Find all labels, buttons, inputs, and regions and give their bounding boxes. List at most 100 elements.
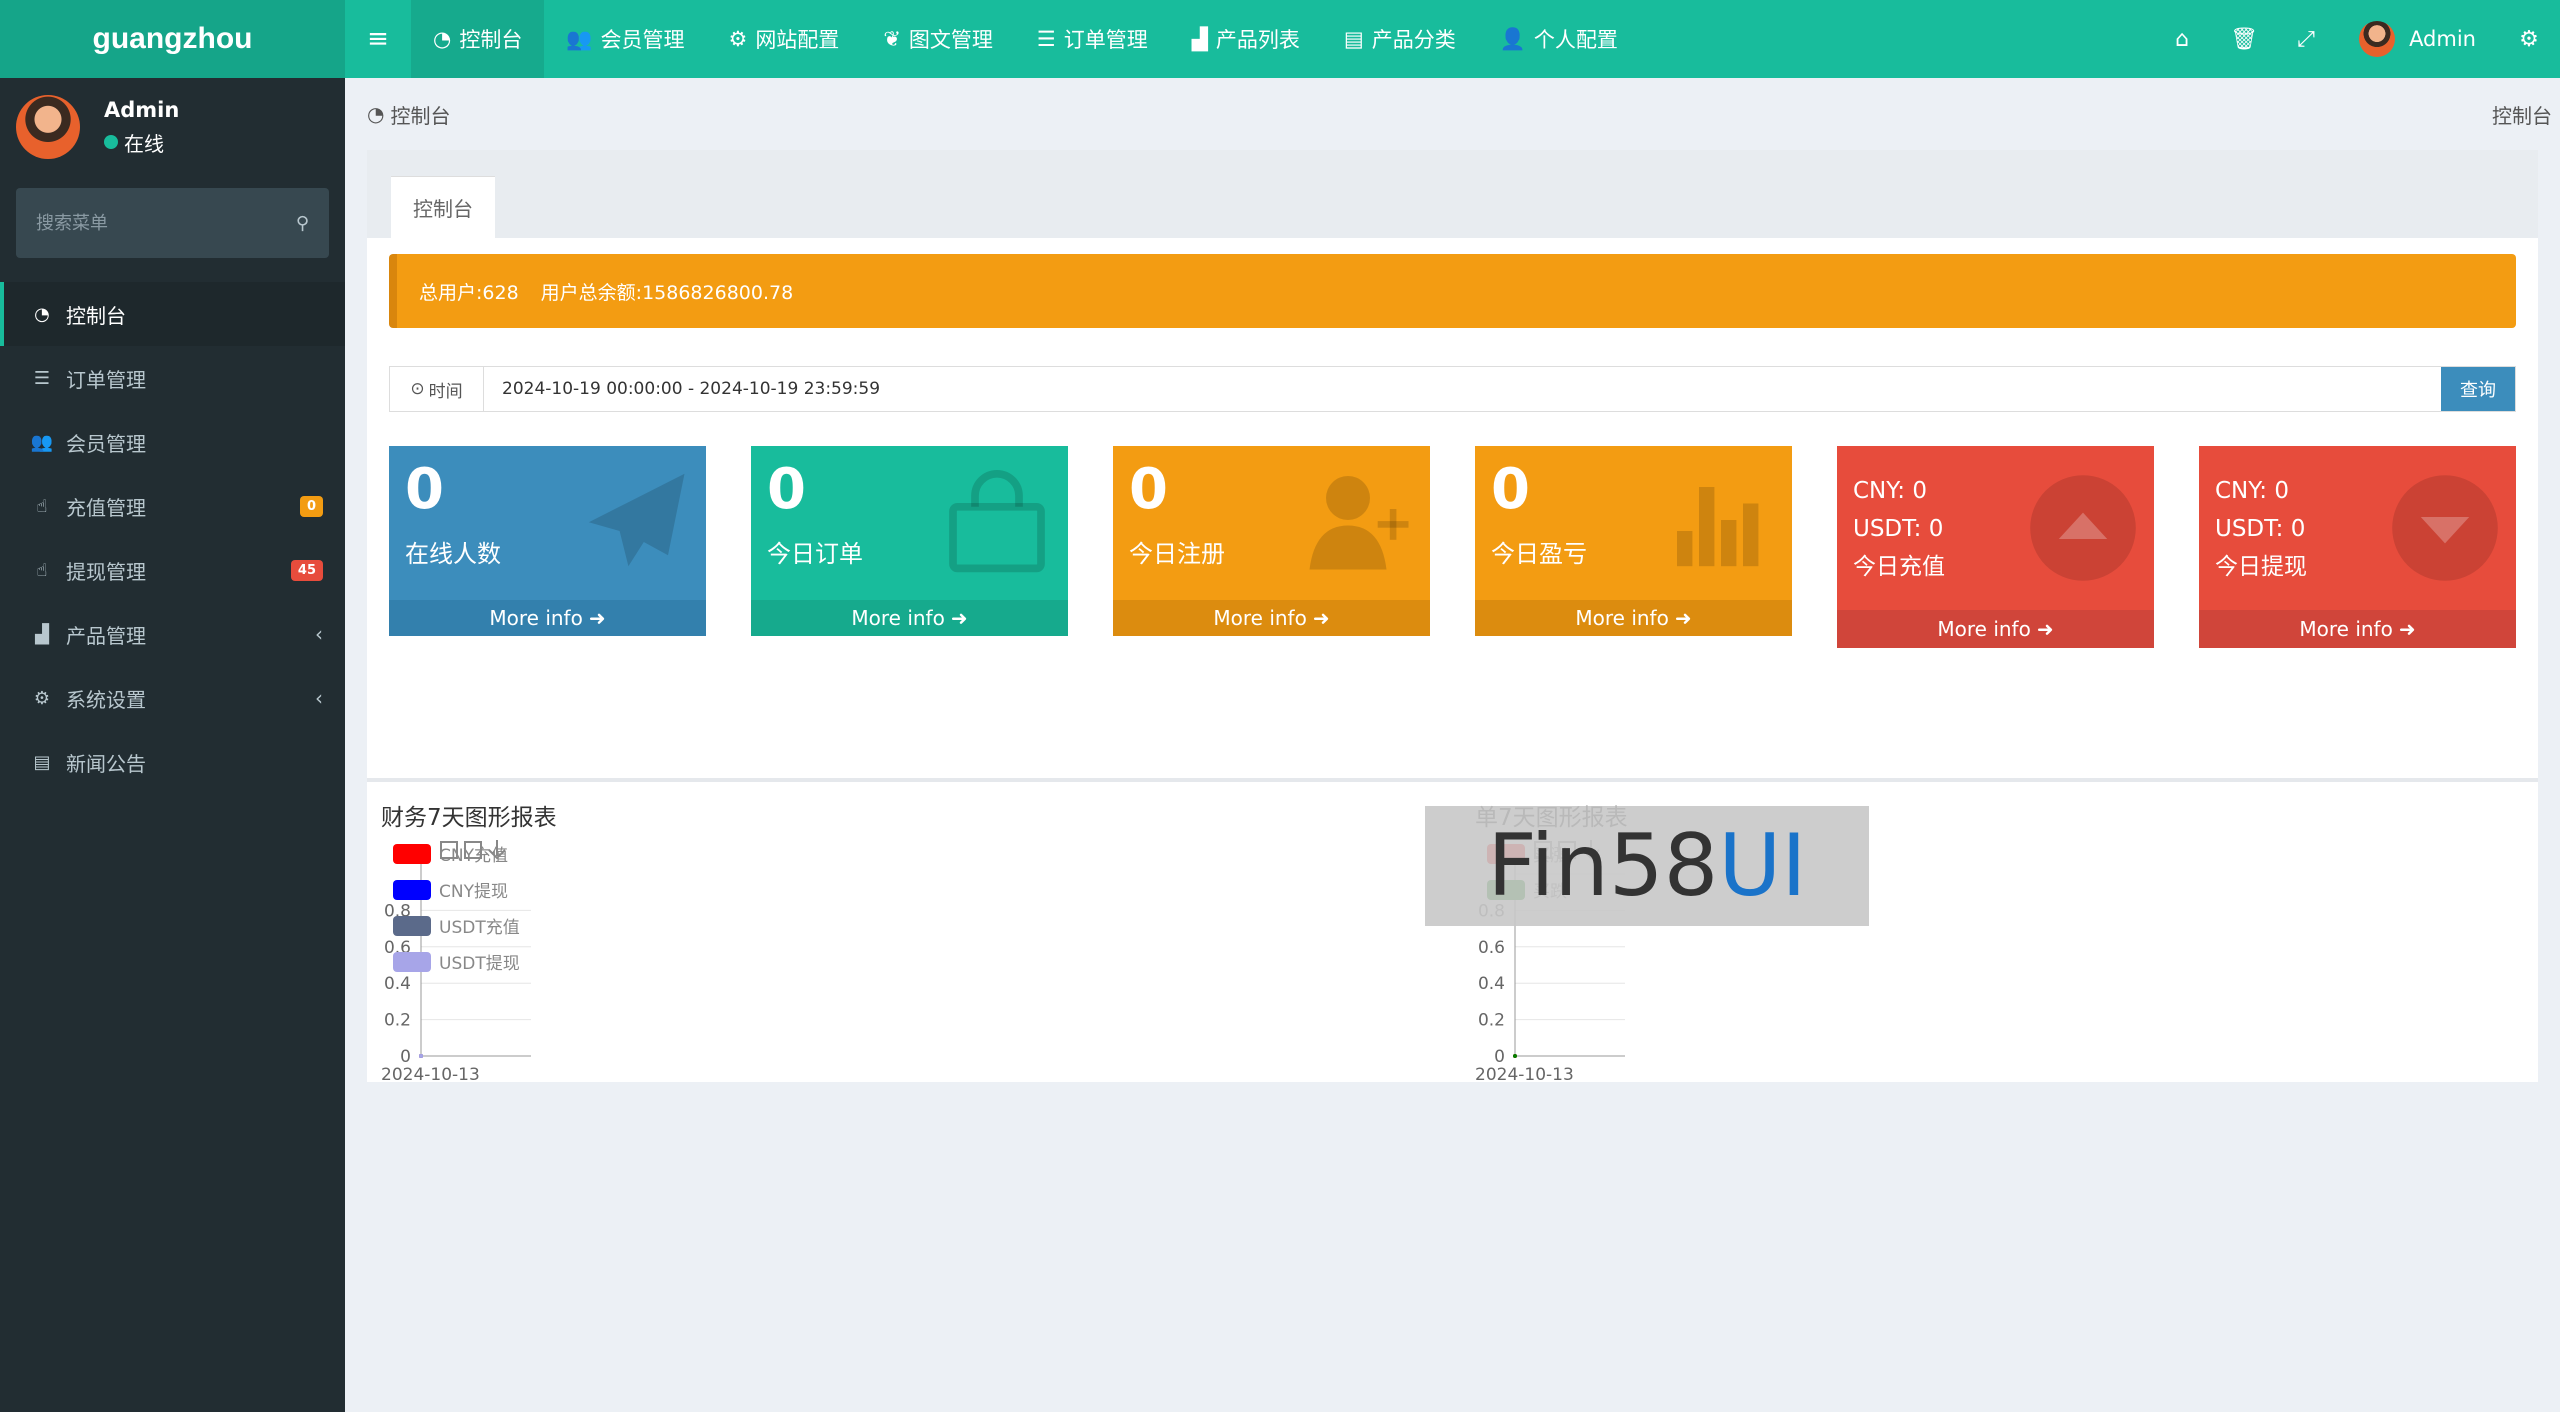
chevron-left-icon: ‹	[315, 686, 323, 710]
y-tick-label: 0.2	[1478, 1011, 1505, 1031]
sidebar-item-label: 会员管理	[66, 431, 146, 456]
leaf-icon: ❦	[883, 27, 901, 51]
sidebar-item-label: 控制台	[66, 303, 126, 328]
topnav-members[interactable]: 👥 会员管理	[544, 0, 706, 78]
arrow-circle-right-icon: ➜	[2036, 617, 2054, 641]
more-info-label: More info	[1575, 606, 1669, 630]
home-icon[interactable]: ⌂	[2151, 0, 2213, 78]
arrow-circle-right-icon: ➜	[588, 606, 606, 630]
gears-icon[interactable]: ⚙	[2498, 0, 2560, 78]
summary-alert: 总用户:628 用户总余额:1586826800.78	[389, 254, 2516, 328]
x-tick-label: 2024-10-13	[381, 1065, 480, 1085]
newspaper-icon: ▤	[33, 751, 51, 773]
trash-icon[interactable]: 🗑	[2213, 0, 2275, 78]
topnav-profile[interactable]: 👤 个人配置	[1478, 0, 1640, 78]
user-panel: Admin 在线	[0, 78, 345, 176]
tab-dashboard[interactable]: 控制台	[391, 176, 495, 238]
more-info-label: More info	[2299, 617, 2393, 641]
divider	[367, 778, 2538, 782]
sidebar-item-orders[interactable]: ☰ 订单管理	[0, 346, 345, 410]
panel-tabs: 控制台	[367, 150, 2538, 238]
shopping-bag-icon: ▟	[1191, 27, 1208, 51]
topnav-label: 订单管理	[1063, 28, 1148, 52]
sidebar-item-products[interactable]: ▟ 产品管理 ‹	[0, 602, 345, 666]
search-input[interactable]	[36, 212, 286, 234]
stat-box-recharge: CNY: 0 USDT: 0 今日充值 More info ➜	[1837, 446, 2154, 648]
topnav-label: 个人配置	[1533, 28, 1618, 52]
top-nav: ◔ 控制台 👥 会员管理 ⚙ 网站配置 ❦ 图文管理 ☰ 订单管理 ▟ 产品列表 ▤ 产品分类…	[411, 0, 1640, 78]
more-info-label: More info	[1213, 606, 1307, 630]
top-header: guangzhou ≡ ◔ 控制台 👥 会员管理 ⚙ 网站配置 ❦ 图文管理 ☰ 订单管理…	[0, 0, 2560, 78]
more-info-link[interactable]: More info ➜	[1113, 600, 1430, 636]
sidebar-item-label: 新闻公告	[66, 751, 146, 776]
arrow-circle-right-icon: ➜	[1674, 606, 1692, 630]
clock-icon: ⊙	[410, 379, 425, 399]
chevron-left-icon: ‹	[315, 622, 323, 646]
more-info-link[interactable]: More info ➜	[389, 600, 706, 636]
stat-boxes: 0 在线人数 More info➜ 0 今日订单 More info➜ 0	[389, 446, 2516, 648]
topnav-orders[interactable]: ☰ 订单管理	[1015, 0, 1170, 78]
hand-icon: ☝	[36, 559, 48, 581]
legend-label: CNY提现	[439, 882, 508, 902]
sidebar-toggle-icon[interactable]: ≡	[345, 0, 411, 78]
paper-plane-icon	[588, 473, 685, 567]
search-icon[interactable]: ⚲	[296, 213, 309, 234]
status-badge: 0	[299, 495, 323, 517]
y-tick-label: 0	[400, 1047, 411, 1067]
breadcrumb-right[interactable]: 控制台	[2492, 100, 2552, 129]
y-tick-label: 0.6	[1478, 938, 1505, 958]
total-balance: 用户总余额:1586826800.78	[540, 281, 794, 304]
arrow-circle-right-icon: ➜	[2398, 617, 2416, 641]
more-info-link[interactable]: More info ➜	[1475, 600, 1792, 636]
sidebar-item-settings[interactable]: ⚙ 系统设置 ‹	[0, 666, 345, 730]
topnav-label: 产品分类	[1371, 28, 1456, 52]
x-tick-label: 2024-10-13	[1475, 1065, 1574, 1085]
top-right-actions: ⌂ 🗑 ⤢ Admin ⚙	[2151, 0, 2560, 78]
watermark-logo: Fin58 UI	[1425, 806, 1869, 926]
sidebar-item-recharge[interactable]: ☝ 充值管理 0	[0, 474, 345, 538]
watermark-part2: UI	[1718, 816, 1807, 916]
legend-swatch	[393, 844, 431, 864]
query-button[interactable]: 查询	[2441, 367, 2515, 411]
topnav-products[interactable]: ▟ 产品列表	[1170, 0, 1322, 78]
legend-swatch	[393, 916, 431, 936]
more-info-label: More info	[851, 606, 945, 630]
topnav-categories[interactable]: ▤ 产品分类	[1322, 0, 1478, 78]
topnav-label: 会员管理	[600, 28, 685, 52]
stat-box-profit: 0 今日盈亏 More info ➜	[1475, 446, 1792, 636]
time-label: 时间	[428, 381, 463, 402]
more-info-link[interactable]: More info ➜	[751, 600, 1068, 636]
topnav-site-config[interactable]: ⚙ 网站配置	[706, 0, 861, 78]
dashboard-icon: ◔	[367, 102, 385, 126]
stat-box-register: 0 今日注册 More info ➜	[1113, 446, 1430, 636]
date-range-input[interactable]: 2024-10-19 00:00:00 - 2024-10-19 23:59:5…	[484, 367, 2441, 411]
sidebar-item-members[interactable]: 👥 会员管理	[0, 410, 345, 474]
sidebar-item-withdraw[interactable]: ☝ 提现管理 45	[0, 538, 345, 602]
shopping-bag-icon	[949, 469, 1045, 573]
user-menu[interactable]: Admin	[2337, 0, 2498, 78]
topnav-content[interactable]: ❦ 图文管理	[861, 0, 1015, 78]
sidebar-item-label: 订单管理	[66, 367, 146, 392]
topnav-dashboard[interactable]: ◔ 控制台	[411, 0, 545, 78]
arrow-circle-right-icon: ➜	[950, 606, 968, 630]
total-users: 总用户:628	[419, 281, 519, 304]
more-info-link[interactable]: More info ➜	[1837, 610, 2154, 648]
sidebar-search: ⚲	[16, 188, 329, 258]
dashboard-icon: ◔	[433, 27, 452, 51]
gears-icon: ⚙	[33, 687, 51, 709]
bar-chart-icon	[1677, 487, 1759, 567]
more-info-link[interactable]: More info ➜	[2199, 610, 2516, 648]
sidebar-item-news[interactable]: ▤ 新闻公告	[0, 730, 345, 794]
main-content: ◔ 控制台 控制台 控制台 总用户:628 用户总余额:1586826800.78…	[345, 78, 2560, 1412]
status-text: 在线	[124, 131, 164, 156]
sidebar-item-dashboard[interactable]: ◔ 控制台	[0, 282, 345, 346]
user-icon: 👤	[1499, 26, 1526, 51]
gear-icon: ⚙	[728, 27, 748, 51]
stat-box-withdraw: CNY: 0 USDT: 0 今日提现 More info ➜	[2199, 446, 2516, 648]
sidebar-item-label: 提现管理	[66, 559, 146, 584]
app-logo[interactable]: guangzhou	[0, 0, 345, 78]
topnav-label: 图文管理	[908, 28, 993, 52]
arrow-up-circle-icon	[2030, 475, 2136, 581]
fullscreen-icon[interactable]: ⤢	[2275, 0, 2337, 78]
user-status: 在线	[104, 128, 179, 157]
